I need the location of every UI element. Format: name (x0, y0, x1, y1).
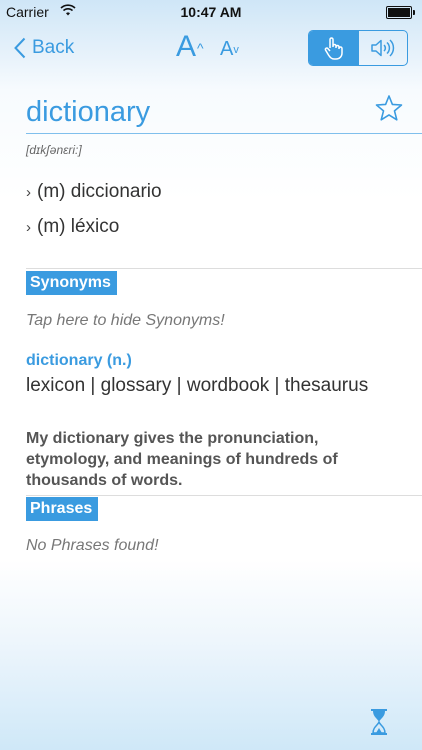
touch-mode-button[interactable] (309, 31, 358, 65)
star-icon (375, 95, 403, 121)
phrases-empty-message: No Phrases found! (26, 537, 159, 554)
status-bar: Carrier 10:47 AM (0, 0, 422, 24)
translation-text: (m) léxico (37, 216, 120, 237)
chevron-left-icon (14, 37, 26, 59)
translation-item[interactable]: › (m) léxico (26, 216, 119, 238)
back-label: Back (32, 37, 75, 58)
battery-icon (386, 6, 415, 19)
history-button[interactable] (369, 708, 389, 741)
hand-pointer-icon (324, 37, 343, 60)
translation-text: (m) diccionario (37, 181, 162, 202)
speaker-icon (371, 39, 394, 57)
clock: 10:47 AM (180, 4, 242, 20)
font-increase-label: A (176, 30, 197, 63)
entry-word: dictionary (26, 96, 151, 128)
caret-down-icon: v (233, 44, 239, 56)
nav-bar: Back A^ Av (0, 26, 422, 70)
translation-item[interactable]: › (m) diccionario (26, 181, 162, 203)
font-decrease-label: A (220, 38, 234, 60)
chevron-right-icon: › (26, 184, 31, 201)
caret-up-icon: ^ (197, 40, 204, 56)
favorite-button[interactable] (375, 94, 403, 127)
mode-segmented-control (308, 30, 408, 66)
chevron-right-icon: › (26, 219, 31, 236)
phonetic-transcription: [dɪkʃənɛri:] (26, 143, 82, 157)
synonyms-toggle-hint[interactable]: Tap here to hide Synonyms! (26, 312, 225, 330)
font-increase-button[interactable]: A^ (176, 30, 204, 64)
synonym-list: lexicon | glossary | wordbook | thesauru… (26, 375, 369, 396)
synonyms-section-label: Synonyms (26, 271, 117, 295)
word-divider (26, 133, 422, 134)
speaker-mode-button[interactable] (357, 31, 408, 65)
section-divider (26, 495, 422, 496)
section-divider (26, 268, 422, 269)
synonym-example: My dictionary gives the pronunciation, e… (26, 430, 338, 489)
font-decrease-button[interactable]: Av (220, 38, 239, 61)
back-button[interactable]: Back (14, 32, 74, 64)
hourglass-icon (371, 709, 387, 735)
synonym-heading: dictionary (n.) (26, 352, 132, 369)
phrases-section-label: Phrases (26, 497, 99, 521)
